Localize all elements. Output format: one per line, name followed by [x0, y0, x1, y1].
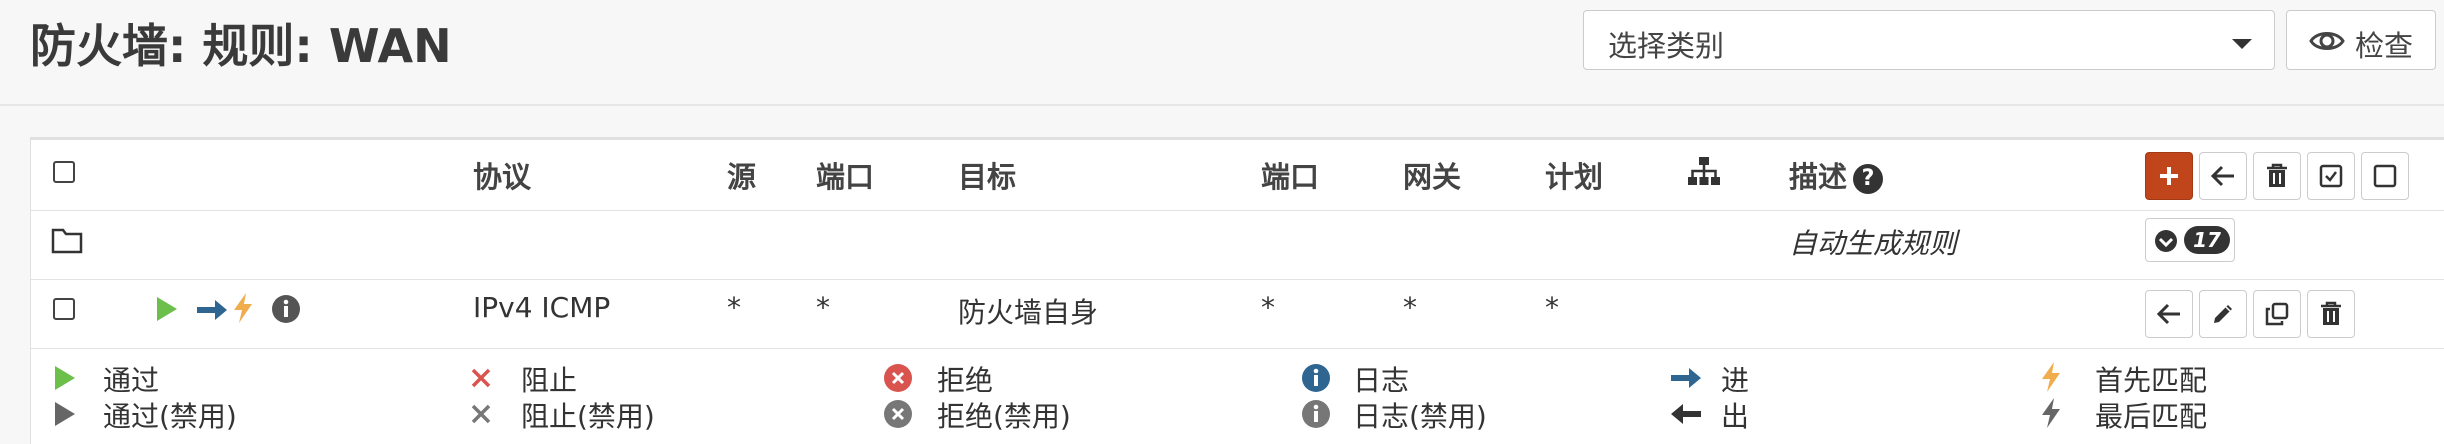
last-match-icon — [2042, 398, 2060, 428]
sitemap-icon — [1688, 157, 1720, 185]
row-divider — [31, 210, 2444, 211]
check-square-icon — [2319, 164, 2343, 188]
rule-checkbox[interactable] — [53, 298, 75, 320]
inspect-label: 检查 — [2355, 29, 2414, 63]
header-gateway: 网关 — [1403, 160, 1462, 194]
header-source-port: 端口 — [816, 160, 875, 194]
legend-last-match: 最后匹配 — [2095, 400, 2208, 433]
copy-icon — [2265, 302, 2289, 326]
group-description: 自动生成规则 — [1789, 227, 1958, 260]
category-select[interactable]: 选择类别 — [1583, 10, 2275, 70]
select-all-checkbox[interactable] — [53, 161, 75, 183]
rule-source-port: * — [816, 291, 830, 324]
pass-icon — [55, 366, 75, 390]
square-icon — [2373, 164, 2397, 188]
legend-log-disabled: 日志(禁用) — [1353, 400, 1487, 433]
reject-disabled-icon — [884, 400, 912, 428]
header-description-label: 描述 — [1789, 160, 1848, 194]
legend-reject: 拒绝 — [937, 364, 994, 397]
block-disabled-icon — [471, 404, 491, 424]
arrow-right-icon — [1671, 368, 1701, 388]
inspect-button[interactable]: 检查 — [2286, 10, 2436, 70]
rule-destination: 防火墙自身 — [958, 296, 1099, 329]
legend-in: 进 — [1721, 364, 1750, 397]
direction-in-icon — [197, 300, 227, 320]
log-icon — [1302, 364, 1330, 392]
arrow-left-icon — [2156, 303, 2180, 325]
eye-icon — [2309, 32, 2345, 50]
move-rule-button[interactable] — [2145, 290, 2193, 338]
rule-schedule: * — [1545, 291, 1559, 324]
copy-rule-button[interactable] — [2253, 290, 2301, 338]
log-disabled-icon — [1302, 400, 1330, 428]
rule-protocol: IPv4 ICMP — [473, 291, 611, 324]
edit-rule-button[interactable] — [2199, 290, 2247, 338]
row-divider — [31, 348, 2444, 349]
pass-icon — [157, 297, 177, 321]
caret-down-icon — [2232, 39, 2252, 49]
delete-rules-button[interactable] — [2253, 152, 2301, 200]
rule-source: * — [727, 291, 741, 324]
arrow-left-icon — [1671, 404, 1701, 424]
delete-rule-button[interactable] — [2307, 290, 2355, 338]
pass-disabled-icon — [55, 402, 75, 426]
header-destination: 目标 — [958, 160, 1017, 194]
header-schedule: 计划 — [1545, 160, 1604, 194]
legend-first-match: 首先匹配 — [2095, 364, 2208, 397]
legend-pass-disabled: 通过(禁用) — [103, 400, 237, 433]
row-divider — [31, 279, 2444, 280]
expand-group-button[interactable]: 17 — [2145, 218, 2235, 262]
trash-icon — [2267, 163, 2287, 187]
add-rule-button[interactable] — [2145, 152, 2193, 200]
plus-icon — [2160, 167, 2178, 185]
rule-destination-port: * — [1261, 291, 1275, 324]
block-icon — [471, 368, 491, 388]
legend-block-disabled: 阻止(禁用) — [521, 400, 655, 433]
disable-rules-button[interactable] — [2361, 152, 2409, 200]
enable-rules-button[interactable] — [2307, 152, 2355, 200]
page-title: 防火墙: 规则: WAN — [30, 19, 452, 73]
chevron-down-icon — [2155, 230, 2177, 252]
first-match-icon — [2042, 362, 2060, 392]
header-description: 描述? — [1789, 154, 1884, 196]
move-rules-button[interactable] — [2199, 152, 2247, 200]
folder-icon[interactable] — [51, 226, 83, 254]
legend-out: 出 — [1721, 400, 1750, 433]
trash-icon — [2321, 301, 2341, 325]
arrow-left-icon — [2210, 165, 2234, 187]
top-bar: 防火墙: 规则: WAN 选择类别 检查 — [0, 0, 2444, 106]
info-icon[interactable] — [271, 294, 301, 324]
reject-icon — [884, 364, 912, 392]
legend-reject-disabled: 拒绝(禁用) — [937, 400, 1071, 433]
legend-block: 阻止 — [521, 364, 578, 397]
header-source: 源 — [727, 160, 757, 194]
rule-gateway: * — [1403, 291, 1417, 324]
pencil-icon — [2214, 305, 2232, 323]
quick-match-icon — [234, 293, 252, 323]
group-count-badge: 17 — [2184, 226, 2230, 254]
header-protocol: 协议 — [473, 160, 532, 194]
help-icon[interactable]: ? — [1853, 164, 1884, 194]
header-destination-port: 端口 — [1261, 160, 1320, 194]
legend-pass: 通过 — [103, 364, 160, 397]
rules-table: 协议 源 端口 目标 端口 网关 计划 描述? 自动生成规则 17 IPv4 I… — [30, 137, 2444, 444]
category-select-value: 选择类别 — [1608, 29, 1725, 63]
legend-log: 日志 — [1353, 364, 1410, 397]
